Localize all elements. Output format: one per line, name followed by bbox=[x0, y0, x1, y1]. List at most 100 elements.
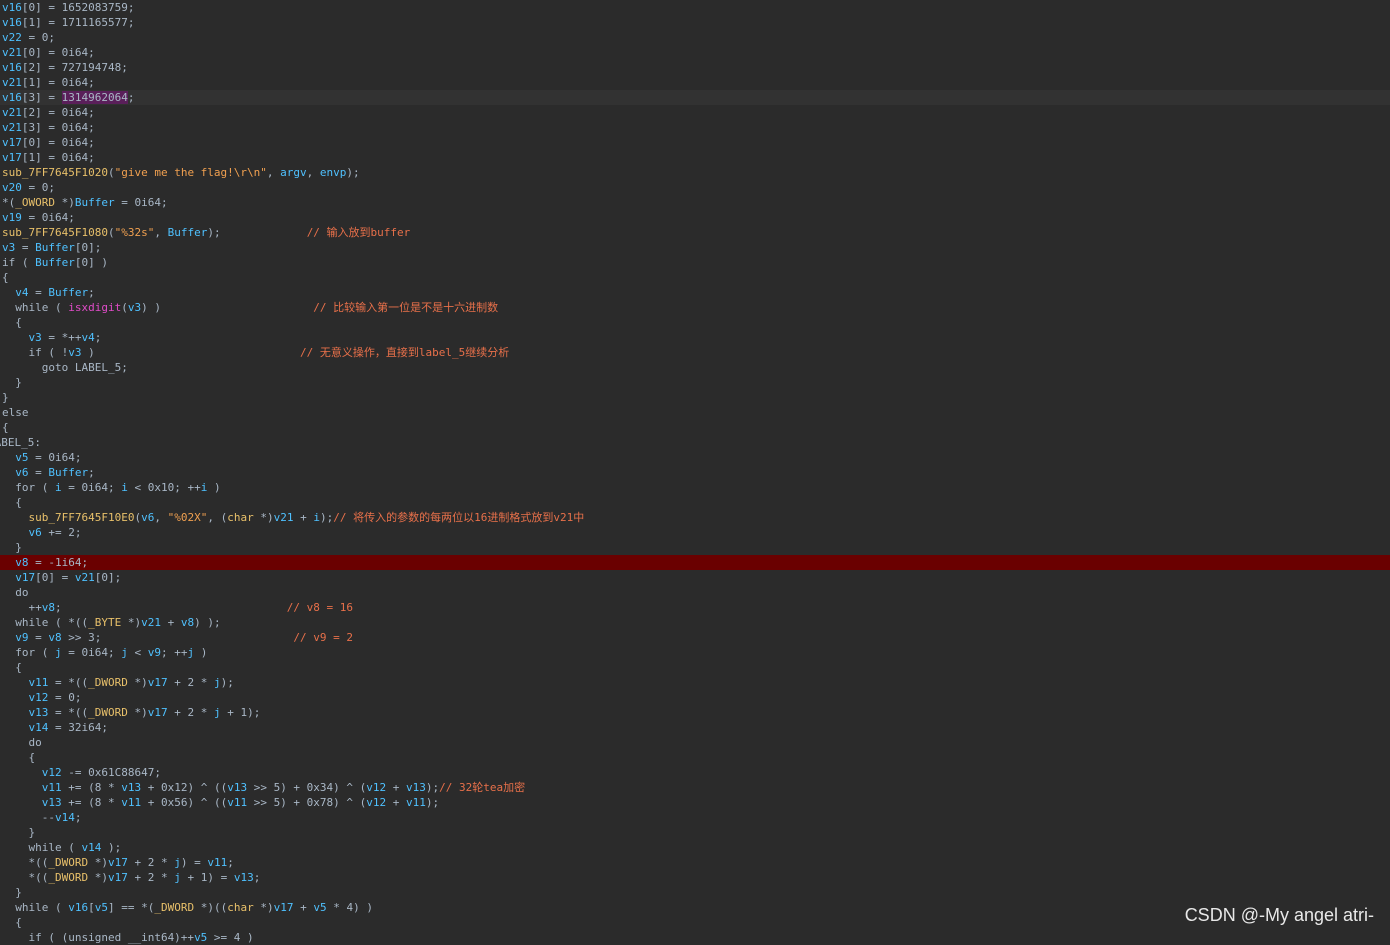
code-line[interactable]: v13 = *((_DWORD *)v17 + 2 * j + 1); bbox=[0, 705, 1390, 720]
code-line[interactable]: } bbox=[0, 540, 1390, 555]
code-token-var: Buffer bbox=[48, 286, 89, 299]
code-line[interactable]: } bbox=[0, 885, 1390, 900]
code-token-var: v11 bbox=[28, 676, 49, 689]
code-line[interactable]: v3 = *++v4; bbox=[0, 330, 1390, 345]
code-line[interactable]: sub_7FF7645F10E0(v6, "%02X", (char *)v21… bbox=[0, 510, 1390, 525]
code-line[interactable]: for ( i = 0i64; i < 0x10; ++i ) bbox=[0, 480, 1390, 495]
code-line[interactable]: LABEL_5: bbox=[0, 435, 1390, 450]
code-line[interactable]: *((_DWORD *)v17 + 2 * j + 1) = v13; bbox=[0, 870, 1390, 885]
code-token-text: = bbox=[28, 286, 49, 299]
code-line[interactable]: *((_DWORD *)v17 + 2 * j) = v11; bbox=[0, 855, 1390, 870]
code-line[interactable]: { bbox=[0, 315, 1390, 330]
code-token-var: v12 bbox=[366, 781, 387, 794]
pseudocode-view[interactable]: v16[0] = 1652083759; v16[1] = 1711165577;… bbox=[0, 0, 1390, 944]
code-line[interactable]: v11 += (8 * v13 + 0x12) ^ ((v13 >> 5) + … bbox=[0, 780, 1390, 795]
code-line[interactable]: while ( v14 ); bbox=[0, 840, 1390, 855]
code-token-var: v8 bbox=[15, 556, 29, 569]
code-line[interactable]: { bbox=[0, 915, 1390, 930]
code-token-text: [3] = bbox=[21, 91, 62, 104]
code-token-text: [1] = 0i64; bbox=[21, 76, 95, 89]
code-token-text: [0] = 0i64; bbox=[21, 46, 95, 59]
code-line[interactable]: { bbox=[0, 660, 1390, 675]
code-token-text: [0]; bbox=[94, 571, 122, 584]
code-token-text: = 0i64; bbox=[114, 196, 168, 209]
code-token-text: = bbox=[28, 631, 49, 644]
code-line[interactable]: v9 = v8 >> 3; // v9 = 2 bbox=[0, 630, 1390, 645]
code-token-kw: for ( bbox=[2, 481, 55, 494]
code-line[interactable]: do bbox=[0, 735, 1390, 750]
code-line[interactable]: v11 = *((_DWORD *)v17 + 2 * j); bbox=[0, 675, 1390, 690]
code-line[interactable]: do bbox=[0, 585, 1390, 600]
code-line[interactable]: v12 -= 0x61C88647; bbox=[0, 765, 1390, 780]
code-line[interactable]: sub_7FF7645F1020("give me the flag!\r\n"… bbox=[0, 165, 1390, 180]
code-line[interactable]: } bbox=[0, 375, 1390, 390]
code-line[interactable]: if ( Buffer[0] ) bbox=[0, 255, 1390, 270]
breakpoint-code-line[interactable]: v8 = -1i64; bbox=[0, 555, 1390, 570]
code-token-var: v21 bbox=[273, 511, 294, 524]
code-line[interactable]: else bbox=[0, 405, 1390, 420]
code-token-var: v11 bbox=[121, 796, 142, 809]
code-line[interactable]: { bbox=[0, 750, 1390, 765]
code-token-text: >> 5) + 0x34) ^ ( bbox=[247, 781, 367, 794]
code-line[interactable]: if ( (unsigned __int64)++v5 >= 4 ) bbox=[0, 930, 1390, 945]
code-line[interactable]: v19 = 0i64; bbox=[0, 210, 1390, 225]
code-line[interactable]: v17[0] = 0i64; bbox=[0, 135, 1390, 150]
code-token-text: = 0i64; bbox=[61, 481, 122, 494]
code-line[interactable]: while ( v16[v5] == *(_DWORD *)((char *)v… bbox=[0, 900, 1390, 915]
code-token-kw: while ( bbox=[2, 901, 69, 914]
code-token-type: _DWORD bbox=[154, 901, 195, 914]
code-line[interactable]: v17[1] = 0i64; bbox=[0, 150, 1390, 165]
code-token-var: v17 bbox=[273, 901, 294, 914]
code-line[interactable]: v13 += (8 * v11 + 0x56) ^ ((v11 >> 5) + … bbox=[0, 795, 1390, 810]
code-token-text: += (8 * bbox=[61, 781, 122, 794]
code-line[interactable]: v21[1] = 0i64; bbox=[0, 75, 1390, 90]
code-token-var: v5 bbox=[194, 931, 208, 944]
code-line[interactable]: v14 = 32i64; bbox=[0, 720, 1390, 735]
code-line[interactable]: v20 = 0; bbox=[0, 180, 1390, 195]
code-line[interactable]: v6 = Buffer; bbox=[0, 465, 1390, 480]
code-line[interactable]: v16[1] = 1711165577; bbox=[0, 15, 1390, 30]
code-line[interactable]: v16[0] = 1652083759; bbox=[0, 0, 1390, 15]
code-token-var: v11 bbox=[406, 796, 426, 809]
code-line[interactable]: if ( !v3 ) // 无意义操作，直接到label_5继续分析 bbox=[0, 345, 1390, 360]
code-line[interactable]: ++v8; // v8 = 16 bbox=[0, 600, 1390, 615]
code-token-type: char bbox=[227, 901, 254, 914]
code-token-text: { bbox=[2, 316, 22, 329]
code-line[interactable]: v12 = 0; bbox=[0, 690, 1390, 705]
code-token-text: [1] = 1711165577; bbox=[21, 16, 135, 29]
code-line[interactable]: v6 += 2; bbox=[0, 525, 1390, 540]
code-line[interactable]: } bbox=[0, 390, 1390, 405]
code-line[interactable]: v3 = Buffer[0]; bbox=[0, 240, 1390, 255]
code-token-var: j bbox=[213, 676, 221, 689]
code-token-var: v5 bbox=[15, 451, 29, 464]
code-line[interactable]: { bbox=[0, 495, 1390, 510]
code-line[interactable]: while ( isxdigit(v3) ) // 比较输入第一位是不是十六进制… bbox=[0, 300, 1390, 315]
code-token-text: >> 5) + 0x78) ^ ( bbox=[247, 796, 367, 809]
code-line[interactable]: v4 = Buffer; bbox=[0, 285, 1390, 300]
code-token-text: ; ++ bbox=[160, 646, 188, 659]
code-line[interactable]: v21[0] = 0i64; bbox=[0, 45, 1390, 60]
code-line[interactable]: { bbox=[0, 420, 1390, 435]
code-line[interactable]: } bbox=[0, 825, 1390, 840]
code-line[interactable]: { bbox=[0, 270, 1390, 285]
code-token-text: *( bbox=[2, 196, 16, 209]
code-line[interactable]: sub_7FF7645F1080("%32s", Buffer); // 输入放… bbox=[0, 225, 1390, 240]
code-line[interactable]: goto LABEL_5; bbox=[0, 360, 1390, 375]
code-token-text: ; bbox=[253, 871, 261, 884]
code-line[interactable]: v17[0] = v21[0]; bbox=[0, 570, 1390, 585]
code-line[interactable]: *(_OWORD *)Buffer = 0i64; bbox=[0, 195, 1390, 210]
code-token-text: ); bbox=[220, 676, 234, 689]
code-line[interactable]: v21[3] = 0i64; bbox=[0, 120, 1390, 135]
code-line[interactable]: v16[2] = 727194748; bbox=[0, 60, 1390, 75]
code-token-text: [0] = 1652083759; bbox=[21, 1, 135, 14]
code-line[interactable]: v5 = 0i64; bbox=[0, 450, 1390, 465]
code-line[interactable]: --v14; bbox=[0, 810, 1390, 825]
code-line[interactable]: v22 = 0; bbox=[0, 30, 1390, 45]
code-line[interactable]: v21[2] = 0i64; bbox=[0, 105, 1390, 120]
code-line[interactable]: for ( j = 0i64; j < v9; ++j ) bbox=[0, 645, 1390, 660]
code-line[interactable]: v16[3] = 1314962064; bbox=[0, 90, 1390, 105]
code-line[interactable]: while ( *((_BYTE *)v21 + v8) ); bbox=[0, 615, 1390, 630]
